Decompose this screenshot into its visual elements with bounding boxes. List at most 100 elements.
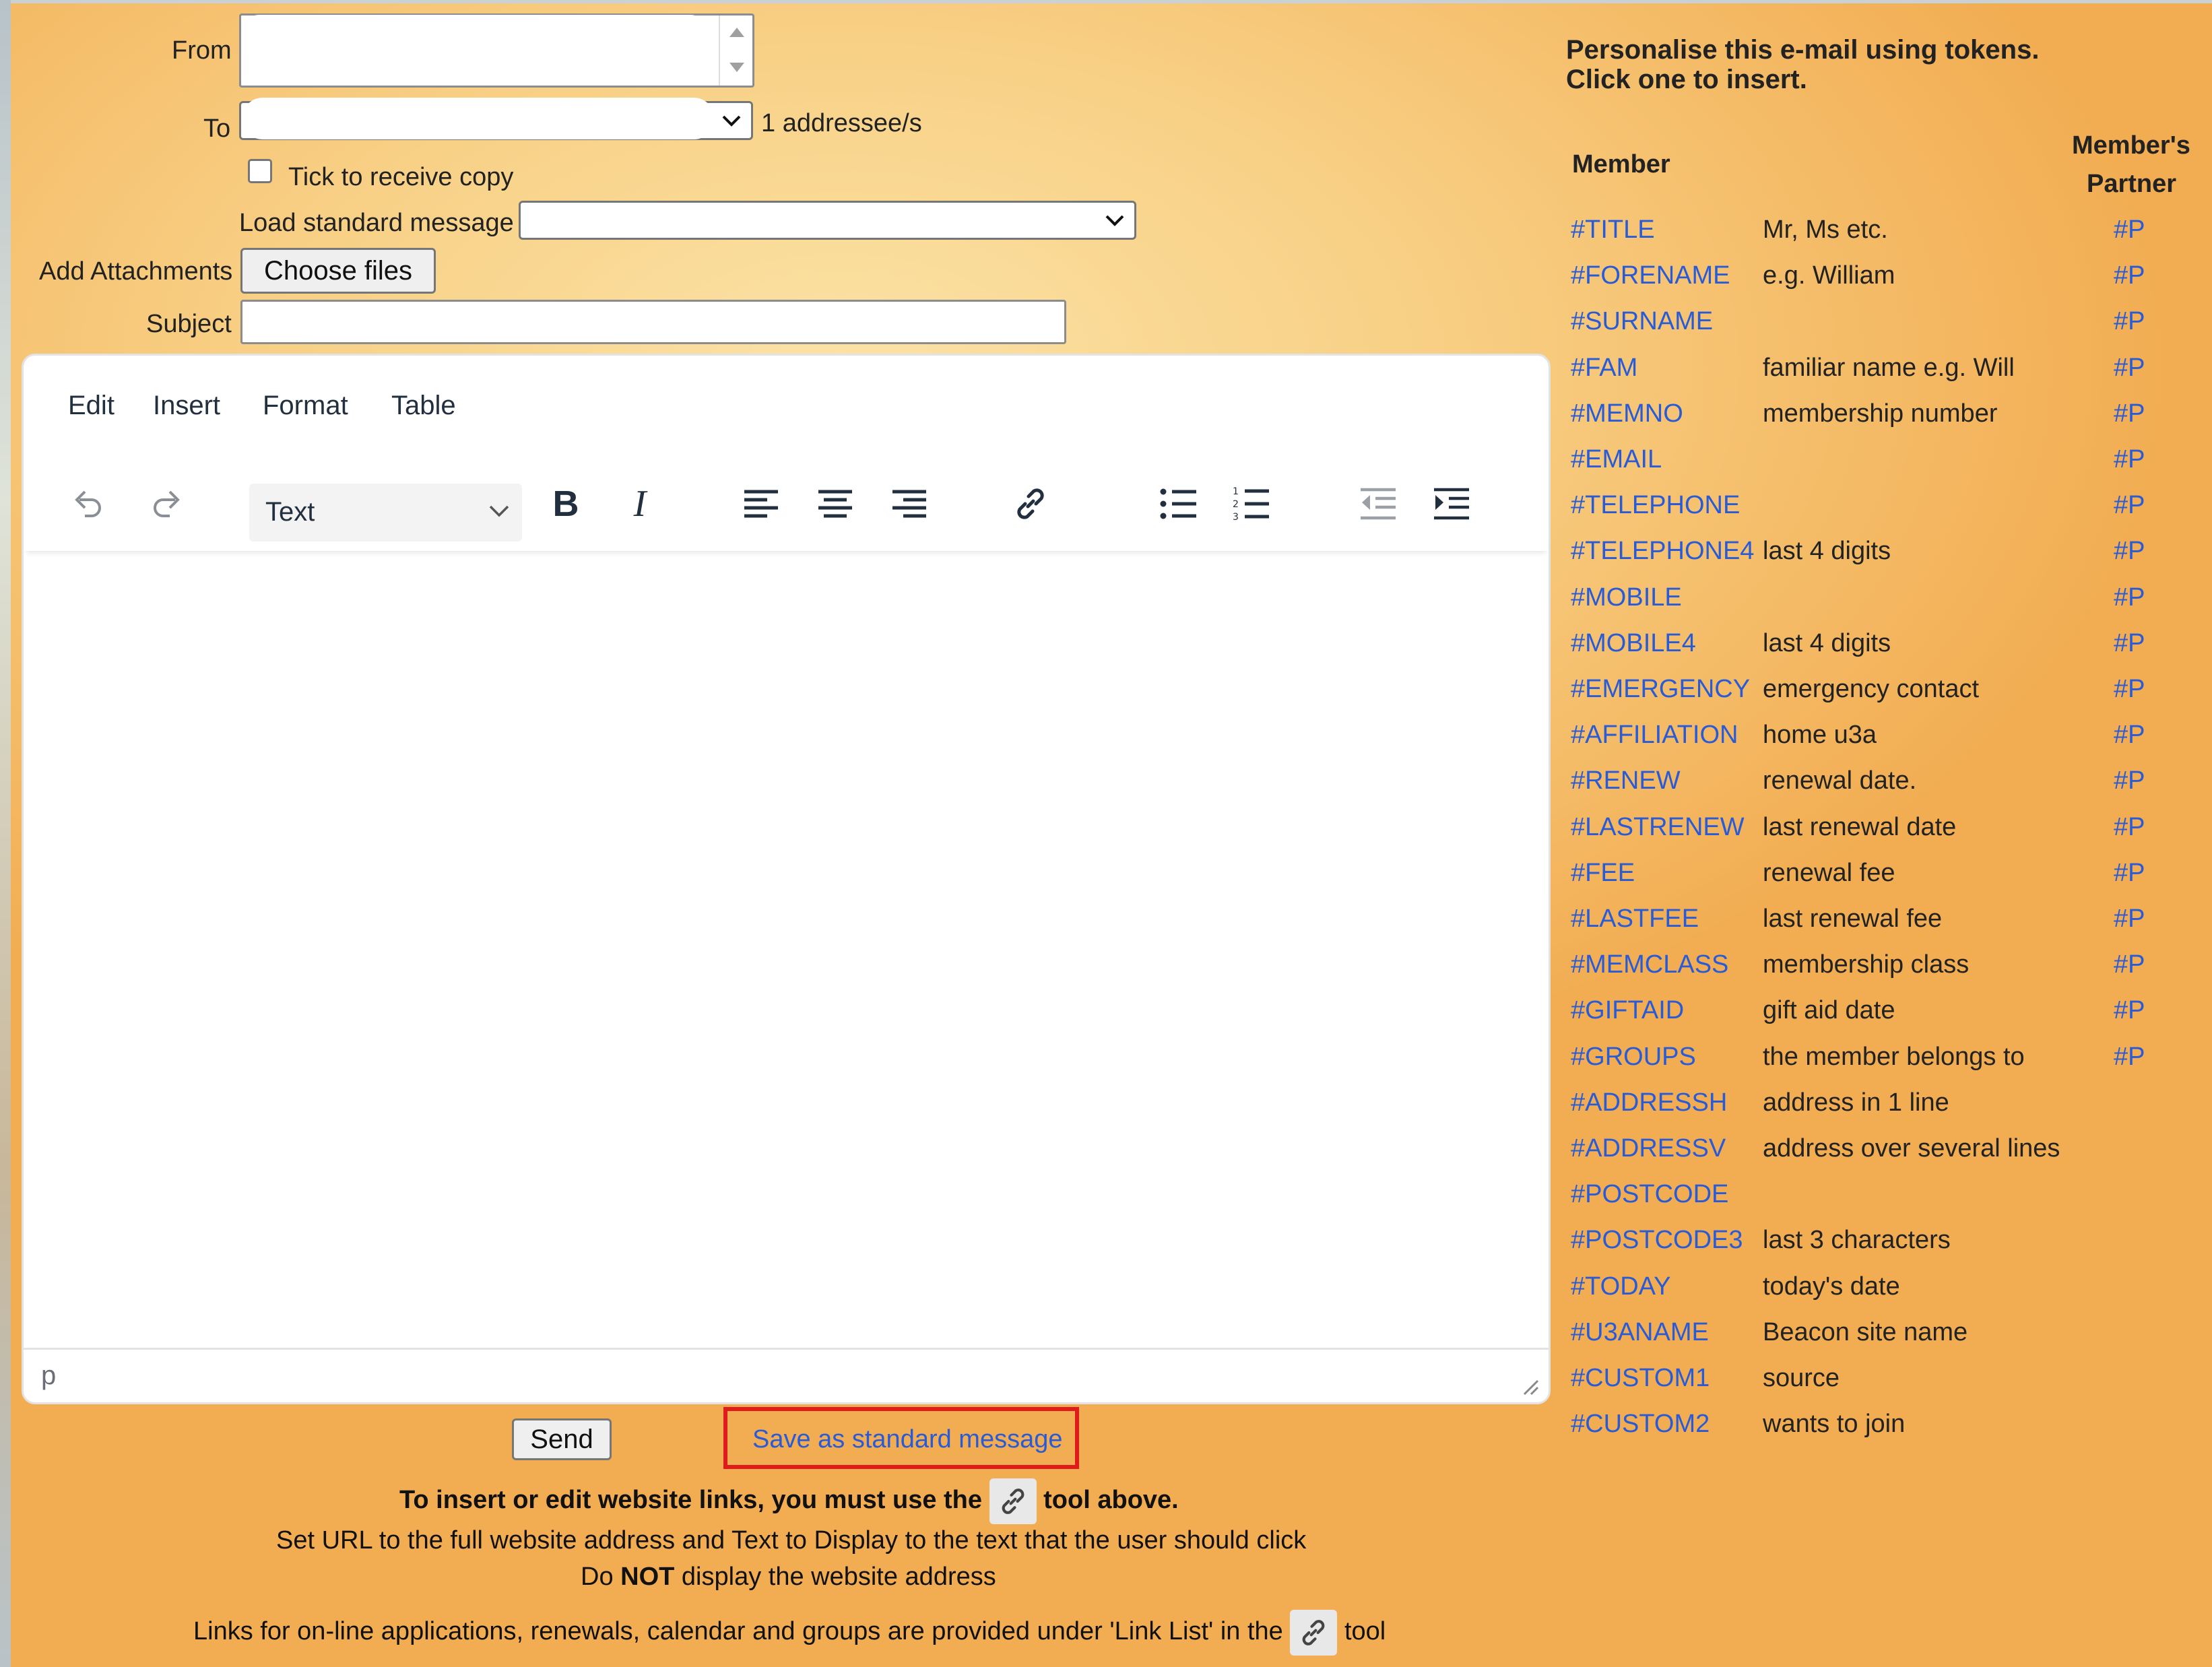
- resize-handle-icon[interactable]: [1522, 1378, 1539, 1396]
- token-description: last 4 digits: [1763, 537, 1891, 565]
- token-custom1[interactable]: #CUSTOM1: [1571, 1364, 1710, 1393]
- menu-table[interactable]: Table: [391, 391, 456, 421]
- token-affiliation[interactable]: #AFFILIATION: [1571, 721, 1738, 750]
- partner-token[interactable]: #P: [2114, 445, 2145, 474]
- partner-token[interactable]: #P: [2114, 859, 2145, 888]
- from-scrollbar[interactable]: [719, 15, 752, 86]
- partner-token[interactable]: #P: [2114, 813, 2145, 842]
- redo-icon[interactable]: [143, 480, 191, 527]
- link-icon: [989, 1478, 1037, 1524]
- token-description: membership number: [1763, 399, 1998, 428]
- scroll-down-icon[interactable]: [729, 63, 744, 72]
- token-u3aname[interactable]: #U3ANAME: [1571, 1318, 1709, 1347]
- partner-column-header-2: Partner: [2087, 170, 2177, 198]
- bold-icon[interactable]: B: [542, 480, 589, 527]
- numbered-list-icon[interactable]: 1 2 3: [1228, 480, 1275, 527]
- token-fee[interactable]: #FEE: [1571, 859, 1635, 888]
- token-forename[interactable]: #FORENAME: [1571, 261, 1730, 290]
- block-format-select[interactable]: Text: [249, 484, 522, 542]
- send-button[interactable]: Send: [512, 1418, 612, 1460]
- partner-token[interactable]: #P: [2114, 629, 2145, 658]
- partner-token[interactable]: #P: [2114, 491, 2145, 520]
- token-postcode3[interactable]: #POSTCODE3: [1571, 1226, 1743, 1255]
- rich-text-editor: Edit Insert Format Table Text B I 1 2 3 …: [22, 354, 1551, 1404]
- links-note-line3-c: display the website address: [681, 1563, 996, 1591]
- token-surname[interactable]: #SURNAME: [1571, 307, 1713, 336]
- token-description: e.g. William: [1763, 261, 1895, 290]
- chevron-down-icon: [722, 115, 741, 127]
- token-mobile[interactable]: #MOBILE: [1571, 583, 1682, 612]
- partner-token[interactable]: #P: [2114, 583, 2145, 612]
- token-description: renewal date.: [1763, 766, 1917, 795]
- token-addressv[interactable]: #ADDRESSV: [1571, 1134, 1726, 1163]
- align-center-icon[interactable]: [812, 480, 859, 527]
- window-top-edge: [0, 0, 2212, 3]
- undo-icon[interactable]: [64, 480, 111, 527]
- tokens-heading-1: Personalise this e-mail using tokens.: [1566, 35, 2040, 65]
- token-custom2[interactable]: #CUSTOM2: [1571, 1410, 1710, 1439]
- choose-files-button[interactable]: Choose files: [240, 248, 436, 294]
- links-note-line4-a: Links for on-line applications, renewals…: [193, 1617, 1283, 1646]
- token-emergency[interactable]: #EMERGENCY: [1571, 675, 1750, 704]
- token-description: gift aid date: [1763, 996, 1895, 1024]
- italic-icon[interactable]: I: [616, 480, 663, 527]
- editor-toolbar: Text B I 1 2 3: [24, 457, 1549, 551]
- token-addressh[interactable]: #ADDRESSH: [1571, 1088, 1727, 1117]
- token-email[interactable]: #EMAIL: [1571, 445, 1662, 474]
- partner-token[interactable]: #P: [2114, 675, 2145, 704]
- from-redacted-line-2: [242, 51, 714, 83]
- token-mobile4[interactable]: #MOBILE4: [1571, 629, 1696, 658]
- partner-token[interactable]: #P: [2114, 996, 2145, 1025]
- partner-token[interactable]: #P: [2114, 721, 2145, 750]
- scroll-up-icon[interactable]: [729, 28, 744, 37]
- links-note-line2: Set URL to the full website address and …: [276, 1526, 1307, 1555]
- subject-input[interactable]: [240, 300, 1066, 344]
- link-icon[interactable]: [1007, 480, 1054, 527]
- svg-text:1: 1: [1233, 486, 1239, 497]
- partner-token[interactable]: #P: [2114, 766, 2145, 795]
- token-memno[interactable]: #MEMNO: [1571, 399, 1683, 428]
- token-title[interactable]: #TITLE: [1571, 216, 1655, 244]
- token-description: emergency contact: [1763, 675, 1980, 703]
- token-description: last 3 characters: [1763, 1226, 1951, 1254]
- token-renew[interactable]: #RENEW: [1571, 766, 1681, 795]
- partner-token[interactable]: #P: [2114, 307, 2145, 336]
- partner-token[interactable]: #P: [2114, 354, 2145, 383]
- token-today[interactable]: #TODAY: [1571, 1272, 1671, 1301]
- receive-copy-checkbox[interactable]: [248, 159, 272, 183]
- links-note-line1: To insert or edit website links, you mus…: [399, 1478, 1179, 1524]
- partner-token[interactable]: #P: [2114, 905, 2145, 934]
- status-path: p: [41, 1361, 57, 1390]
- partner-token[interactable]: #P: [2114, 950, 2145, 979]
- editor-content-area[interactable]: [24, 551, 1549, 1339]
- save-standard-link[interactable]: Save as standard message: [752, 1425, 1063, 1454]
- token-fam[interactable]: #FAM: [1571, 354, 1637, 383]
- indent-icon[interactable]: [1428, 480, 1475, 527]
- token-postcode[interactable]: #POSTCODE: [1571, 1180, 1728, 1209]
- partner-token[interactable]: #P: [2114, 399, 2145, 428]
- token-groups[interactable]: #GROUPS: [1571, 1043, 1696, 1072]
- token-lastrenew[interactable]: #LASTRENEW: [1571, 813, 1745, 842]
- token-giftaid[interactable]: #GIFTAID: [1571, 996, 1684, 1025]
- partner-token[interactable]: #P: [2114, 1043, 2145, 1072]
- token-memclass[interactable]: #MEMCLASS: [1571, 950, 1728, 979]
- token-telephone[interactable]: #TELEPHONE: [1571, 491, 1740, 520]
- partner-token[interactable]: #P: [2114, 537, 2145, 566]
- links-note-line1-b: tool above.: [1043, 1486, 1179, 1515]
- outdent-icon[interactable]: [1355, 480, 1402, 527]
- menu-edit[interactable]: Edit: [68, 391, 115, 421]
- menu-format[interactable]: Format: [263, 391, 348, 421]
- chevron-down-icon: [1105, 215, 1124, 226]
- menu-insert[interactable]: Insert: [153, 391, 220, 421]
- align-right-icon[interactable]: [886, 480, 933, 527]
- partner-token[interactable]: #P: [2114, 216, 2145, 244]
- align-left-icon[interactable]: [738, 480, 785, 527]
- standard-message-label: Load standard message: [239, 209, 514, 237]
- token-lastfee[interactable]: #LASTFEE: [1571, 905, 1699, 934]
- token-description: membership class: [1763, 950, 1970, 979]
- standard-message-select[interactable]: [519, 201, 1136, 240]
- svg-text:3: 3: [1233, 512, 1239, 522]
- bullet-list-icon[interactable]: [1155, 480, 1202, 527]
- partner-token[interactable]: #P: [2114, 261, 2145, 290]
- token-telephone4[interactable]: #TELEPHONE4: [1571, 537, 1754, 566]
